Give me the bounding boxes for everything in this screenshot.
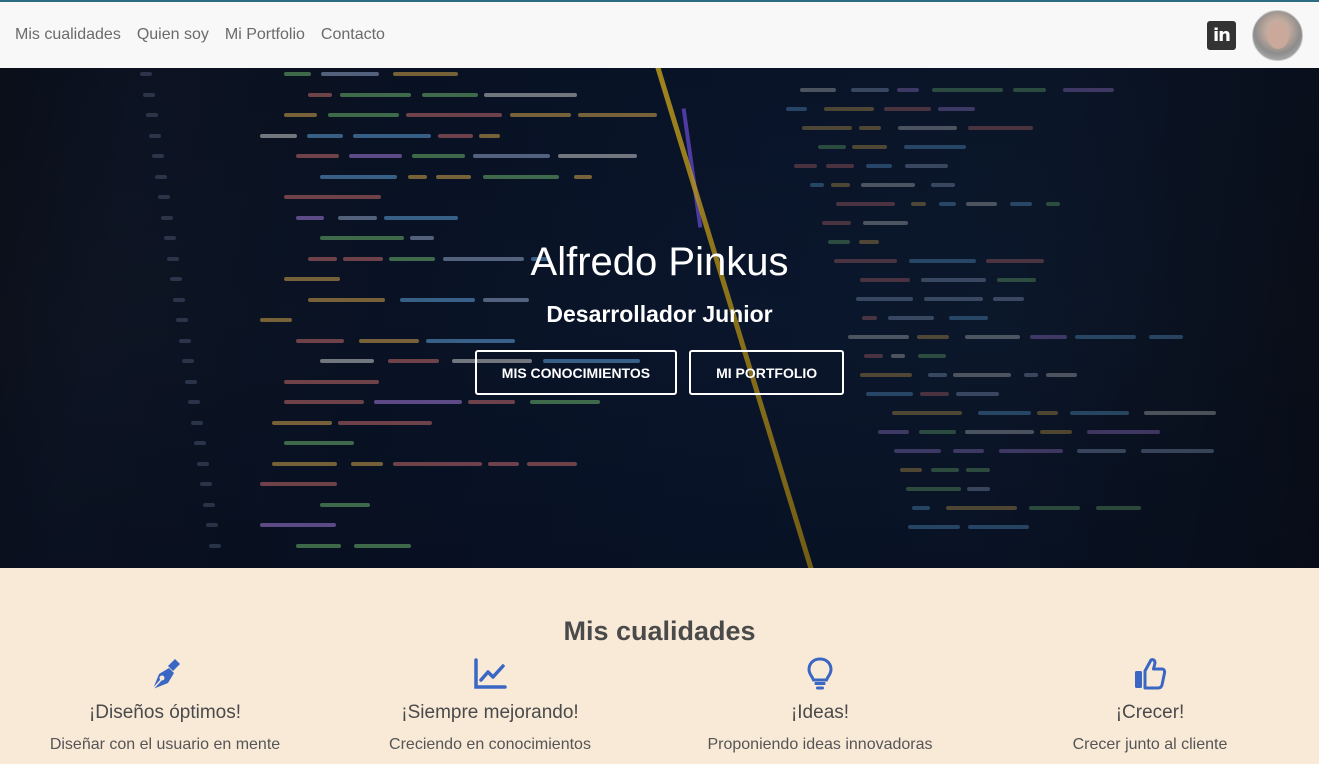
quality-title: ¡Crecer! bbox=[1115, 702, 1185, 723]
nav-link-mis-cualidades[interactable]: Mis cualidades bbox=[15, 26, 121, 44]
quality-description: Creciendo en conocimientos bbox=[389, 736, 591, 753]
nav-link-quien-soy[interactable]: Quien soy bbox=[137, 26, 209, 44]
qualities-section: Mis cualidades ¡Diseños óptimos! Diseñar… bbox=[0, 568, 1319, 764]
hero-section: Alfredo Pinkus Desarrollador Junior MIS … bbox=[0, 68, 1319, 568]
nav-right: in bbox=[1207, 9, 1303, 61]
hero-title: Alfredo Pinkus bbox=[530, 240, 789, 284]
section-title: Mis cualidades bbox=[563, 616, 756, 646]
nav-links: Mis cualidades Quien soy Mi Portfolio Co… bbox=[15, 26, 385, 44]
mis-conocimientos-button[interactable]: MIS CONOCIMIENTOS bbox=[474, 350, 678, 395]
navbar: Mis cualidades Quien soy Mi Portfolio Co… bbox=[0, 0, 1319, 68]
quality-description: Diseñar con el usuario en mente bbox=[49, 736, 281, 753]
quality-description: Crecer junto al cliente bbox=[1072, 736, 1228, 753]
nav-link-contacto[interactable]: Contacto bbox=[321, 26, 385, 44]
quality-title: ¡Diseños óptimos! bbox=[88, 702, 242, 723]
linkedin-icon-text: in bbox=[1213, 24, 1231, 46]
mi-portfolio-button[interactable]: MI PORTFOLIO bbox=[689, 350, 845, 395]
quality-description: Proponiendo ideas innovadoras bbox=[707, 736, 933, 753]
quality-item: ¡Crecer! Crecer junto al cliente bbox=[985, 656, 1315, 754]
linkedin-icon[interactable]: in bbox=[1207, 20, 1236, 50]
qualities-grid: ¡Diseños óptimos! Diseñar con el usuario… bbox=[0, 656, 1319, 764]
quality-item: ¡Siempre mejorando! Creciendo en conocim… bbox=[325, 656, 655, 754]
thumbs-up-icon bbox=[1135, 658, 1167, 690]
quality-item: ¡Ideas! Proponiendo ideas innovadoras bbox=[655, 656, 985, 754]
quality-title: ¡Ideas! bbox=[790, 702, 850, 723]
quality-title: ¡Siempre mejorando! bbox=[401, 702, 579, 723]
nav-link-mi-portfolio[interactable]: Mi Portfolio bbox=[225, 26, 305, 44]
hero-content: Alfredo Pinkus Desarrollador Junior MIS … bbox=[0, 68, 1319, 568]
hero-buttons: MIS CONOCIMIENTOS MI PORTFOLIO bbox=[474, 350, 845, 395]
hero-subtitle: Desarrollador Junior bbox=[546, 301, 773, 327]
pen-nib-icon bbox=[152, 659, 180, 690]
lightbulb-icon bbox=[807, 657, 833, 690]
chart-line-icon bbox=[474, 658, 507, 689]
avatar[interactable] bbox=[1252, 9, 1303, 61]
quality-item: ¡Diseños óptimos! Diseñar con el usuario… bbox=[0, 656, 330, 754]
